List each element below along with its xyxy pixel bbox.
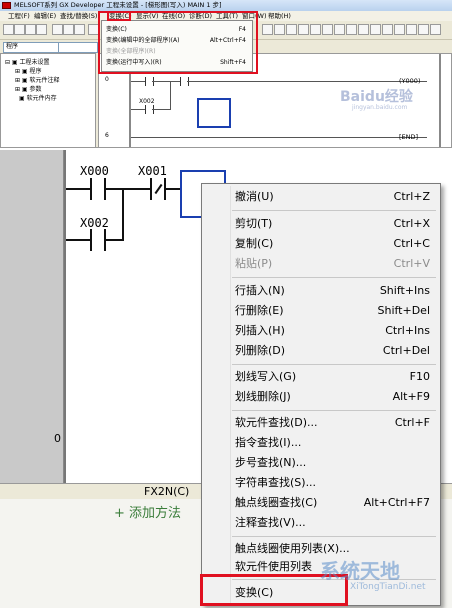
menu-separator	[232, 536, 436, 537]
menu-item-column-insert[interactable]: 列插入(H) Ctrl+Ins	[202, 321, 440, 341]
contact-x001[interactable]	[150, 178, 166, 200]
step-number: 0	[105, 76, 109, 83]
menu-item-row-delete[interactable]: 行删除(E) Shift+Del	[202, 301, 440, 321]
toolbar-icon[interactable]	[310, 24, 321, 35]
tree-item[interactable]: ⊞ ▣ 参数	[15, 84, 42, 93]
end-label: [END]	[399, 133, 419, 141]
step-number: 6	[105, 132, 109, 139]
contact-x002[interactable]	[90, 229, 106, 251]
toolbar-icon[interactable]	[418, 24, 429, 35]
menu-item-copy[interactable]: 复制(C) Ctrl+C	[202, 234, 440, 254]
context-menu: 撤消(U) Ctrl+Z 剪切(T) Ctrl+X 复制(C) Ctrl+C 粘贴(P…	[201, 183, 441, 606]
tree-item[interactable]: ⊞ ▣ 程序	[15, 66, 42, 75]
cut-icon[interactable]	[52, 24, 63, 35]
window-title: MELSOFT系列 GX Developer 工程未设置 - [梯形图(写入) …	[14, 1, 222, 9]
secondary-combo[interactable]	[58, 42, 98, 53]
menu-separator	[232, 210, 436, 211]
toolbar-icon[interactable]	[382, 24, 393, 35]
tree-item[interactable]: ⊞ ▣ 软元件注释	[15, 75, 60, 84]
toolbar-icon[interactable]	[334, 24, 345, 35]
menu-item-instruction-find[interactable]: 指令查找(I)...	[202, 433, 440, 453]
partial-background-text: + 添加方法	[114, 506, 182, 521]
menu-item-device-find[interactable]: 软元件查找(D)... Ctrl+F	[202, 413, 440, 433]
menu-item-line-write[interactable]: 划线写入(G) F10	[202, 367, 440, 387]
step-number: 0	[54, 432, 61, 445]
app-icon	[2, 2, 11, 9]
contact-x000[interactable]	[90, 178, 106, 200]
paste-icon[interactable]	[74, 24, 85, 35]
menu-item-paste[interactable]: 粘贴(P) Ctrl+V	[202, 254, 440, 274]
contact-label: X001	[138, 164, 167, 178]
menu-item-step-find[interactable]: 步号查找(N)...	[202, 453, 440, 473]
tree-item[interactable]: ▣ 软元件内存	[19, 93, 57, 102]
contact-label: X002	[139, 98, 155, 105]
copy-icon[interactable]	[63, 24, 74, 35]
menu-find-replace[interactable]: 查找/替换(S)	[60, 11, 97, 21]
menu-item-contact-coil-find[interactable]: 触点线圈查找(C) Alt+Ctrl+F7	[202, 493, 440, 513]
baidu-watermark: Baidu经验	[340, 89, 413, 105]
plc-type-status: FX2N(C)	[144, 485, 190, 498]
highlight-box-convert-title	[107, 11, 131, 21]
menu-item-undo[interactable]: 撤消(U) Ctrl+Z	[202, 187, 440, 207]
toolbar-icon[interactable]	[406, 24, 417, 35]
folder-icon: ⊞ ▣	[15, 77, 30, 84]
open-icon[interactable]	[14, 24, 25, 35]
menu-project[interactable]: 工程(F)	[8, 11, 30, 21]
folder-icon: ⊞ ▣	[15, 86, 30, 93]
toolbar-icon[interactable]	[322, 24, 333, 35]
menu-help[interactable]: 帮助(H)	[268, 11, 291, 21]
baidu-watermark-sub: jingyan.baidu.com	[352, 104, 408, 111]
xitongtiandi-watermark: 系统天地	[320, 559, 400, 583]
contact-label: X000	[80, 164, 109, 178]
toolbar-icon[interactable]	[298, 24, 309, 35]
folder-icon: ⊞ ▣	[15, 68, 30, 75]
menu-separator	[232, 277, 436, 278]
program-combo[interactable]: 程序	[3, 42, 59, 53]
contact-label: X002	[80, 216, 109, 230]
folder-icon: ⊟ ▣	[5, 59, 20, 66]
tree-root[interactable]: ⊟ ▣ 工程未设置	[5, 57, 50, 66]
menu-item-line-delete[interactable]: 划线删除(J) Alt+F9	[202, 387, 440, 407]
project-tree: ⊟ ▣ 工程未设置 ⊞ ▣ 程序 ⊞ ▣ 软元件注释 ⊞ ▣ 参数 ▣ 软元件内…	[0, 53, 96, 147]
menu-item-column-delete[interactable]: 列删除(D) Ctrl+Del	[202, 341, 440, 361]
menu-separator	[232, 364, 436, 365]
menu-item-row-insert[interactable]: 行插入(N) Shift+Ins	[202, 281, 440, 301]
left-power-rail	[64, 150, 66, 485]
print-icon[interactable]	[36, 24, 47, 35]
toolbar-icon[interactable]	[286, 24, 297, 35]
window-titlebar: MELSOFT系列 GX Developer 工程未设置 - [梯形图(写入) …	[0, 0, 452, 11]
ladder-cursor[interactable]	[197, 98, 231, 128]
coil-label: (Y000)	[399, 77, 421, 85]
toolbar-icon[interactable]	[346, 24, 357, 35]
right-power-rail	[439, 54, 441, 147]
menu-item-cut[interactable]: 剪切(T) Ctrl+X	[202, 214, 440, 234]
save-icon[interactable]	[25, 24, 36, 35]
toolbar-icon[interactable]	[394, 24, 405, 35]
xitongtiandi-watermark-sub: XiTongTianDi.net	[350, 582, 426, 592]
toolbar-icon[interactable]	[430, 24, 441, 35]
toolbar-icon[interactable]	[370, 24, 381, 35]
toolbar-icon[interactable]	[262, 24, 273, 35]
top-screenshot: MELSOFT系列 GX Developer 工程未设置 - [梯形图(写入) …	[0, 0, 452, 148]
file-icon: ▣	[19, 95, 27, 102]
new-icon[interactable]	[3, 24, 14, 35]
toolbar-icon[interactable]	[274, 24, 285, 35]
toolbar-icon[interactable]	[358, 24, 369, 35]
menu-item-comment-find[interactable]: 注释查找(V)...	[202, 513, 440, 533]
menu-separator	[232, 410, 436, 411]
menu-edit[interactable]: 编辑(E)	[34, 11, 56, 21]
menu-item-string-find[interactable]: 字符串查找(S)...	[202, 473, 440, 493]
